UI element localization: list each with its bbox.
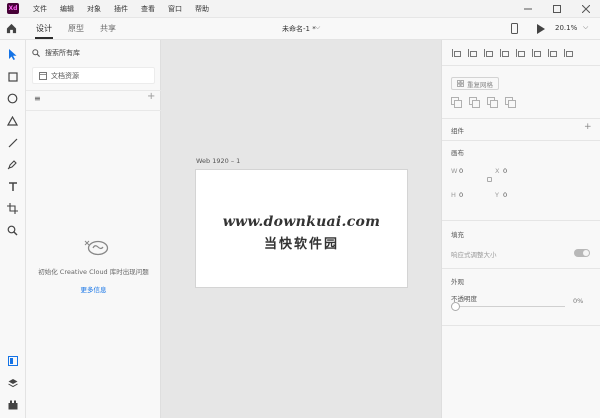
- divider: [442, 140, 600, 141]
- artboard-tool-icon[interactable]: [6, 202, 19, 215]
- components-label: 组件: [451, 127, 464, 135]
- minimize-icon[interactable]: [513, 0, 542, 18]
- pen-tool-icon[interactable]: [6, 158, 19, 171]
- menu-help[interactable]: 帮助: [195, 4, 209, 14]
- document-title[interactable]: 未命名-1 *: [282, 24, 316, 34]
- align-right-icon[interactable]: [483, 48, 493, 58]
- active-tab-indicator: [35, 37, 53, 39]
- menu-plugins[interactable]: 插件: [114, 4, 128, 14]
- divider: [442, 118, 600, 119]
- divider: [442, 325, 600, 326]
- x-field[interactable]: 0: [503, 167, 507, 175]
- polygon-tool-icon[interactable]: [6, 114, 19, 127]
- tab-design[interactable]: 设计: [36, 23, 52, 34]
- zoom-level[interactable]: 20.1%: [555, 24, 577, 32]
- appearance-section-label: 外观: [451, 278, 464, 286]
- app-logo: Xd: [7, 3, 19, 14]
- assets-panel-icon[interactable]: [8, 356, 18, 366]
- tab-prototype[interactable]: 原型: [68, 23, 84, 34]
- align-middle-icon[interactable]: [515, 48, 525, 58]
- creative-cloud-error-icon: [84, 240, 109, 256]
- opacity-value[interactable]: 0%: [573, 297, 583, 305]
- x-label: X: [495, 167, 500, 175]
- line-tool-icon[interactable]: [6, 136, 19, 149]
- zoom-tool-icon[interactable]: [6, 224, 19, 237]
- divider: [26, 110, 161, 111]
- rectangle-tool-icon[interactable]: [6, 70, 19, 83]
- opacity-slider-thumb[interactable]: [451, 302, 460, 311]
- divider: [442, 220, 600, 221]
- window-controls: [513, 0, 600, 18]
- width-label: W: [451, 167, 458, 175]
- menu-view[interactable]: 查看: [141, 4, 155, 14]
- menu-file[interactable]: 文件: [33, 4, 47, 14]
- y-field[interactable]: 0: [503, 191, 507, 199]
- mobile-preview-icon[interactable]: [511, 23, 518, 34]
- divider: [26, 90, 161, 91]
- subtract-icon[interactable]: [469, 97, 480, 108]
- width-field[interactable]: 0: [459, 167, 463, 175]
- repeat-grid-label: 重复网格: [467, 80, 493, 89]
- divider: [442, 268, 600, 269]
- layout-section-label: 填充: [451, 231, 464, 239]
- tab-share[interactable]: 共享: [100, 23, 116, 34]
- app-header: 设计 原型 共享 未命名-1 * ⌵ 20.1% ⌵: [0, 18, 600, 40]
- library-search[interactable]: 搜索所有库: [32, 46, 80, 60]
- menu-bar: Xd 文件 编辑 对象 插件 查看 窗口 帮助: [0, 0, 600, 18]
- property-inspector: 重复网格 组件 + 画布 W 0 X 0 H 0 Y 0 填充 响应式调整大小 …: [441, 40, 600, 418]
- home-icon[interactable]: [6, 23, 17, 34]
- ellipse-tool-icon[interactable]: [6, 92, 19, 105]
- cc-error-message: 初始化 Creative Cloud 库时出现问题: [38, 268, 149, 276]
- height-label: H: [451, 191, 456, 199]
- menu-window[interactable]: 窗口: [168, 4, 182, 14]
- maximize-icon[interactable]: [542, 0, 571, 18]
- document-icon: [39, 71, 47, 80]
- intersect-icon[interactable]: [487, 97, 498, 108]
- boolean-ops: [451, 97, 523, 108]
- close-icon[interactable]: [571, 0, 600, 18]
- select-tool-icon[interactable]: [6, 48, 19, 61]
- document-assets-item[interactable]: 文档资源: [32, 67, 155, 84]
- distribute-vertical-icon[interactable]: [563, 48, 573, 58]
- design-canvas[interactable]: Web 1920 – 1 www.downkuai.com 当快软件园: [161, 40, 441, 418]
- align-left-icon[interactable]: [451, 48, 461, 58]
- exclude-icon[interactable]: [505, 97, 516, 108]
- opacity-slider-track[interactable]: [459, 306, 565, 307]
- play-icon[interactable]: [537, 24, 545, 34]
- artboard-label[interactable]: Web 1920 – 1: [196, 157, 240, 165]
- height-field[interactable]: 0: [459, 191, 463, 199]
- align-top-icon[interactable]: [499, 48, 509, 58]
- text-tool-icon[interactable]: [6, 180, 19, 193]
- tool-bar: [0, 40, 26, 418]
- document-assets-label: 文档资源: [51, 71, 79, 80]
- plugins-icon[interactable]: [8, 400, 18, 410]
- libraries-panel: 搜索所有库 文档资源 ≡ + 初始化 Creative Cloud 库时出现问题…: [26, 40, 161, 418]
- responsive-resize-toggle[interactable]: [574, 249, 590, 257]
- list-view-icon[interactable]: ≡: [34, 94, 41, 103]
- union-icon[interactable]: [451, 97, 462, 108]
- chevron-down-icon[interactable]: ⌵: [315, 23, 320, 32]
- align-bottom-icon[interactable]: [531, 48, 541, 58]
- divider: [442, 65, 600, 66]
- align-toolbar: [451, 48, 579, 58]
- watermark-site-name: 当快软件园: [263, 237, 339, 252]
- align-center-icon[interactable]: [467, 48, 477, 58]
- menu-object[interactable]: 对象: [87, 4, 101, 14]
- search-input[interactable]: 搜索所有库: [45, 48, 80, 58]
- layers-icon[interactable]: [8, 378, 18, 388]
- lock-icon[interactable]: [487, 177, 492, 182]
- menu-edit[interactable]: 编辑: [60, 4, 74, 14]
- responsive-resize-label: 响应式调整大小: [451, 251, 497, 259]
- more-info-link[interactable]: 更多信息: [26, 284, 161, 294]
- repeat-grid-button[interactable]: 重复网格: [451, 77, 499, 90]
- canvas-section-label: 画布: [451, 149, 464, 157]
- distribute-horizontal-icon[interactable]: [547, 48, 557, 58]
- search-icon: [32, 49, 40, 57]
- zoom-chevron-icon[interactable]: ⌵: [583, 23, 588, 32]
- y-label: Y: [495, 191, 499, 199]
- add-library-icon[interactable]: +: [147, 91, 155, 102]
- add-component-icon[interactable]: +: [584, 122, 592, 132]
- watermark-url: www.downkuai.com: [222, 214, 381, 230]
- grid-icon: [457, 80, 464, 87]
